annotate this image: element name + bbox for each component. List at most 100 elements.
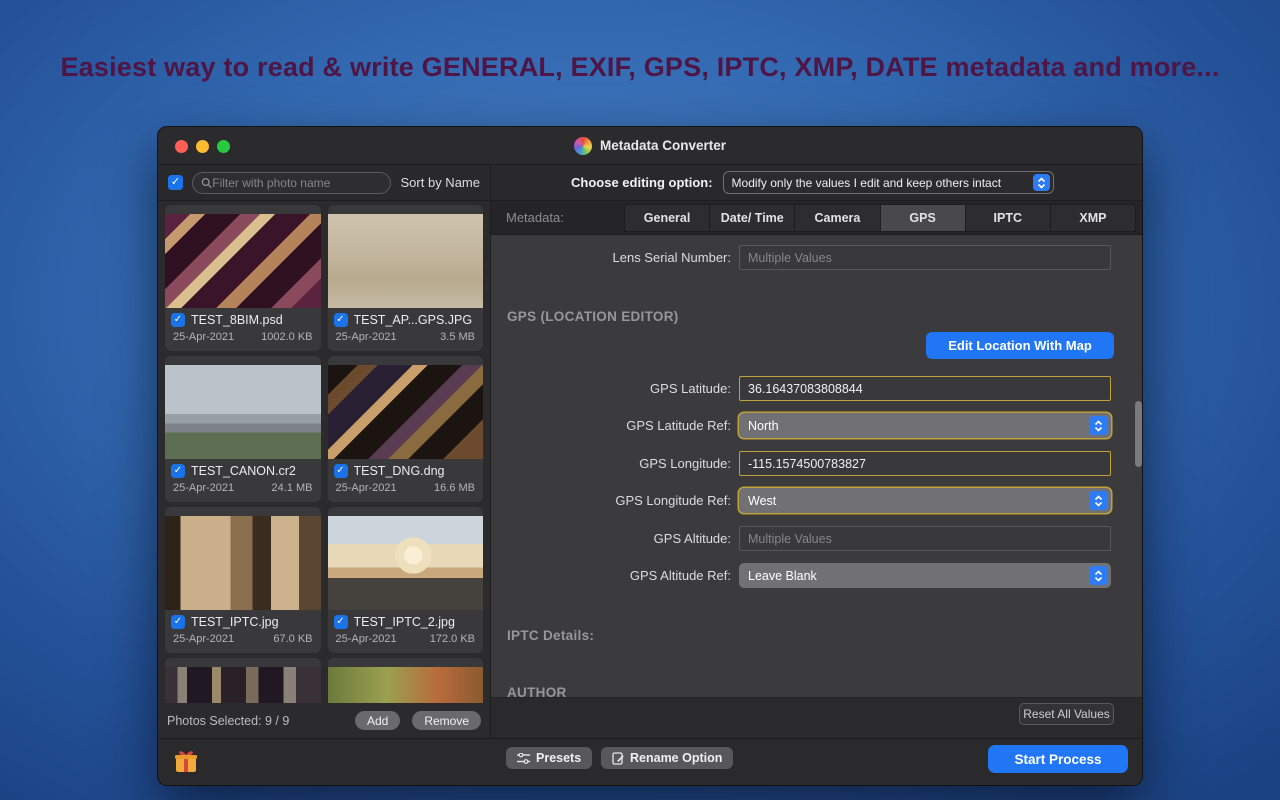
- editing-option-select[interactable]: Modify only the values I edit and keep o…: [723, 171, 1054, 194]
- stepper-icon: [1089, 566, 1108, 585]
- metadata-scroll-area[interactable]: Lens Serial Number: Multiple Values GPS …: [491, 235, 1143, 697]
- presets-label: Presets: [536, 751, 581, 765]
- photo-meta-row: 25-Apr-2021172.0 KB: [328, 633, 484, 653]
- reset-all-values-button[interactable]: Reset All Values: [1019, 703, 1114, 725]
- editing-option-label: Choose editing option:: [571, 175, 713, 190]
- cell-pad: [165, 356, 321, 365]
- gps-latitude-ref-value: North: [748, 419, 1089, 433]
- photo-thumbnail: [165, 214, 321, 308]
- reset-strip: Reset All Values: [491, 697, 1143, 738]
- photo-cell[interactable]: ✓ TEST_8BIM.psd 25-Apr-20211002.0 KB: [165, 205, 321, 351]
- photo-name-row: ✓ TEST_AP...GPS.JPG: [328, 308, 484, 331]
- photo-size: 67.0 KB: [273, 633, 312, 653]
- start-process-button[interactable]: Start Process: [988, 745, 1128, 773]
- gps-longitude-label: GPS Longitude:: [491, 456, 731, 471]
- app-window: Metadata Converter ✓ Sort by Name Choose…: [157, 126, 1143, 786]
- editing-option-value: Modify only the values I edit and keep o…: [732, 176, 1033, 190]
- photo-size: 24.1 MB: [272, 482, 313, 502]
- photo-name: TEST_8BIM.psd: [191, 313, 283, 327]
- stepper-icon: [1033, 174, 1050, 191]
- photo-date: 25-Apr-2021: [173, 331, 234, 351]
- remove-photos-button[interactable]: Remove: [412, 711, 481, 730]
- metadata-scrollbar[interactable]: [1135, 401, 1142, 467]
- traffic-lights: [175, 140, 230, 153]
- photo-cell[interactable]: ✓ TEST_IPTC_2.jpg 25-Apr-2021172.0 KB: [328, 507, 484, 653]
- lens-serial-input[interactable]: Multiple Values: [739, 245, 1111, 270]
- gps-longitude-ref-select[interactable]: West: [739, 488, 1111, 513]
- gps-longitude-input[interactable]: -115.1574500783827: [739, 451, 1111, 476]
- gps-field-row: GPS Latitude:36.16437083808844: [491, 376, 1143, 401]
- cell-pad: [328, 507, 484, 516]
- photo-cell[interactable]: ✓TEST_DNG.dng25-Apr-202116.6 MB: [328, 356, 484, 502]
- tab-camera[interactable]: Camera: [795, 205, 879, 231]
- tab-date-time[interactable]: Date/ Time: [710, 205, 794, 231]
- photo-checkbox[interactable]: ✓: [334, 464, 348, 478]
- photo-name: TEST_IPTC_2.jpg: [354, 615, 455, 629]
- photo-checkbox[interactable]: ✓: [171, 464, 185, 478]
- gps-field-row: GPS Latitude Ref: North: [491, 413, 1143, 438]
- gps-field-row: GPS Longitude Ref:West: [491, 488, 1143, 513]
- metadata-tab-bar: Metadata: GeneralDate/ TimeCameraGPSIPTC…: [491, 201, 1143, 235]
- edit-location-with-map-button[interactable]: Edit Location With Map: [926, 332, 1114, 359]
- add-photos-button[interactable]: Add: [355, 711, 400, 730]
- photo-name: TEST_AP...GPS.JPG: [354, 313, 473, 327]
- photo-name-row: ✓ TEST_8BIM.psd: [165, 308, 321, 331]
- photo-status-bar: Photos Selected: 9 / 9 Add Remove: [158, 703, 490, 738]
- photo-meta-row: 25-Apr-202116.6 MB: [328, 482, 484, 502]
- gps-altitude-ref-select[interactable]: Leave Blank: [739, 563, 1111, 588]
- photo-date: 25-Apr-2021: [336, 633, 397, 653]
- presets-button[interactable]: Presets: [506, 747, 592, 769]
- minimize-window-button[interactable]: [196, 140, 209, 153]
- photo-checkbox[interactable]: ✓: [171, 313, 185, 327]
- stepper-icon: [1089, 416, 1108, 435]
- iptc-details-title: IPTC Details:: [507, 628, 594, 643]
- tab-general[interactable]: General: [625, 205, 709, 231]
- photo-checkbox[interactable]: ✓: [334, 313, 348, 327]
- photo-name: TEST_IPTC.jpg: [191, 615, 279, 629]
- filter-field[interactable]: [192, 172, 391, 194]
- photo-cell[interactable]: ✓TEST_IPTC.jpg25-Apr-202167.0 KB: [165, 507, 321, 653]
- gift-icon[interactable]: [172, 747, 200, 775]
- filter-input[interactable]: [212, 176, 381, 190]
- stepper-icon: [1089, 491, 1108, 510]
- search-icon: [201, 177, 212, 189]
- photo-cell[interactable]: [328, 658, 484, 703]
- photo-name-row: ✓ TEST_IPTC.jpg: [165, 610, 321, 633]
- select-all-checkbox[interactable]: ✓: [168, 175, 183, 190]
- photo-meta-row: 25-Apr-202124.1 MB: [165, 482, 321, 502]
- photo-name-row: ✓ TEST_IPTC_2.jpg: [328, 610, 484, 633]
- gps-latitude-ref-select[interactable]: North: [739, 413, 1111, 438]
- cell-pad: [328, 658, 484, 667]
- photo-grid: ✓TEST_8BIM.psd25-Apr-20211002.0 KB✓TEST_…: [158, 201, 490, 703]
- gps-latitude-input[interactable]: 36.16437083808844: [739, 376, 1111, 401]
- photo-checkbox[interactable]: ✓: [334, 615, 348, 629]
- sort-by-name-button[interactable]: Sort by Name: [401, 175, 480, 190]
- cell-pad: [328, 356, 484, 365]
- close-window-button[interactable]: [175, 140, 188, 153]
- photo-toolbar: ✓ Sort by Name: [158, 165, 491, 200]
- cell-pad: [165, 658, 321, 667]
- gps-latitude-ref-label: GPS Latitude Ref:: [491, 418, 731, 433]
- zoom-window-button[interactable]: [217, 140, 230, 153]
- photo-list-panel: ✓TEST_8BIM.psd25-Apr-20211002.0 KB✓TEST_…: [158, 201, 491, 738]
- photo-meta-row: 25-Apr-20211002.0 KB: [165, 331, 321, 351]
- photo-meta-row: 25-Apr-20213.5 MB: [328, 331, 484, 351]
- title-bar: Metadata Converter: [158, 127, 1142, 165]
- gps-altitude-input[interactable]: Multiple Values: [739, 526, 1111, 551]
- tab-iptc[interactable]: IPTC: [966, 205, 1050, 231]
- photo-thumbnail: [328, 365, 484, 459]
- photo-cell[interactable]: [165, 658, 321, 703]
- gps-field-row: GPS Altitude:Multiple Values: [491, 526, 1143, 551]
- footer-bar: Presets Rename Option Start Process: [158, 738, 1142, 786]
- marketing-headline: Easiest way to read & write GENERAL, EXI…: [0, 52, 1280, 83]
- sliders-icon: [517, 753, 530, 764]
- tab-gps[interactable]: GPS: [881, 205, 965, 231]
- photo-name-row: ✓TEST_DNG.dng: [328, 459, 484, 482]
- photo-cell[interactable]: ✓ TEST_AP...GPS.JPG 25-Apr-20213.5 MB: [328, 205, 484, 351]
- tab-xmp[interactable]: XMP: [1051, 205, 1135, 231]
- toolbar: ✓ Sort by Name Choose editing option: Mo…: [158, 165, 1142, 201]
- author-section-title: AUTHOR: [507, 685, 567, 697]
- photo-checkbox[interactable]: ✓: [171, 615, 185, 629]
- rename-option-button[interactable]: Rename Option: [601, 747, 733, 769]
- photo-cell[interactable]: ✓TEST_CANON.cr225-Apr-202124.1 MB: [165, 356, 321, 502]
